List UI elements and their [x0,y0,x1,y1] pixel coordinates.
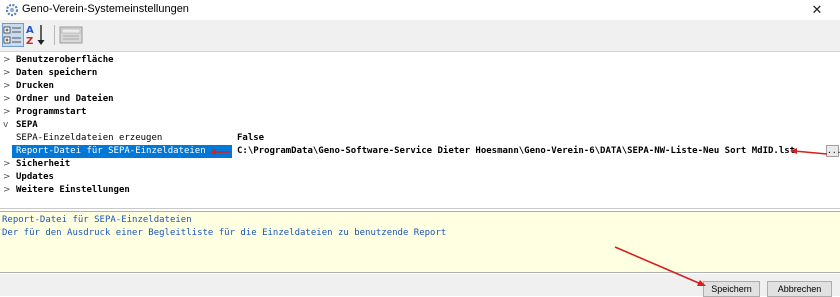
description-text: Der für den Ausdruck einer Begleitliste … [2,228,447,238]
chevron-right-icon[interactable]: > [3,158,11,171]
chevron-down-icon[interactable]: v [3,119,11,132]
chevron-right-icon[interactable]: > [3,80,11,93]
save-button[interactable]: Speichern [703,281,760,297]
category-row-sepa[interactable]: v SEPA [0,119,840,132]
category-row-benutzeroberflaeche[interactable]: > Benutzeroberfläche [0,54,840,67]
alphabetical-sort-button[interactable]: A Z [25,23,47,47]
category-label: Drucken [16,81,54,91]
chevron-right-icon[interactable]: > [3,171,11,184]
property-name[interactable]: SEPA-Einzeldateien erzeugen [16,132,162,145]
category-label: Weitere Einstellungen [16,185,130,195]
description-panel: Report-Datei für SEPA-Einzeldateien Der … [0,211,840,273]
category-label: Benutzeroberfläche [16,55,114,65]
category-label: Ordner und Dateien [16,94,114,104]
category-label: Programmstart [16,107,87,117]
category-row-daten-speichern[interactable]: > Daten speichern [0,67,840,80]
sort-az-icon: A Z [26,25,45,47]
property-row-sepa-einzeldateien[interactable]: SEPA-Einzeldateien erzeugen False [0,132,840,145]
category-label: Sicherheit [16,159,71,169]
window-title: Geno-Verein-Systemeinstellungen [22,3,189,15]
categorized-view-icon [3,26,21,44]
property-pages-button[interactable] [58,25,84,45]
footer: Speichern Abbrechen [0,274,840,297]
category-row-sicherheit[interactable]: > Sicherheit [0,158,840,171]
chevron-right-icon[interactable]: > [3,106,11,119]
cancel-button[interactable]: Abbrechen [767,281,832,297]
categorized-view-button[interactable] [2,23,24,47]
category-row-drucken[interactable]: > Drucken [0,80,840,93]
chevron-right-icon[interactable]: > [3,54,11,67]
toolbar-separator [54,25,55,45]
chevron-right-icon[interactable]: > [3,184,11,197]
svg-text:A: A [26,25,34,36]
category-row-updates[interactable]: > Updates [0,171,840,184]
chevron-right-icon[interactable]: > [3,67,11,80]
description-title: Report-Datei für SEPA-Einzeldateien [2,215,192,225]
property-value[interactable]: False [237,132,264,145]
category-label: SEPA [16,120,38,130]
category-label: Updates [16,172,54,182]
property-name-selected[interactable]: Report-Datei für SEPA-Einzeldateien [12,145,232,158]
chevron-right-icon[interactable]: > [3,93,11,106]
category-label: Daten speichern [16,68,98,78]
category-row-programmstart[interactable]: > Programmstart [0,106,840,119]
property-value-path[interactable]: C:\ProgramData\Geno-Software-Service Die… [237,145,795,158]
category-row-weitere-einstellungen[interactable]: > Weitere Einstellungen [0,184,840,197]
title-bar: Geno-Verein-Systemeinstellungen ✕ [0,0,840,20]
svg-text:Z: Z [26,36,33,47]
property-grid: > Benutzeroberfläche > Daten speichern >… [0,53,840,209]
close-button[interactable]: ✕ [794,0,840,20]
property-row-report-datei[interactable]: Report-Datei für SEPA-Einzeldateien C:\P… [0,145,840,158]
browse-button[interactable]: ... [826,145,840,157]
category-row-ordner-und-dateien[interactable]: > Ordner und Dateien [0,93,840,106]
property-pages-icon [59,26,83,44]
gear-icon [5,3,19,17]
toolbar: A Z [0,20,840,52]
